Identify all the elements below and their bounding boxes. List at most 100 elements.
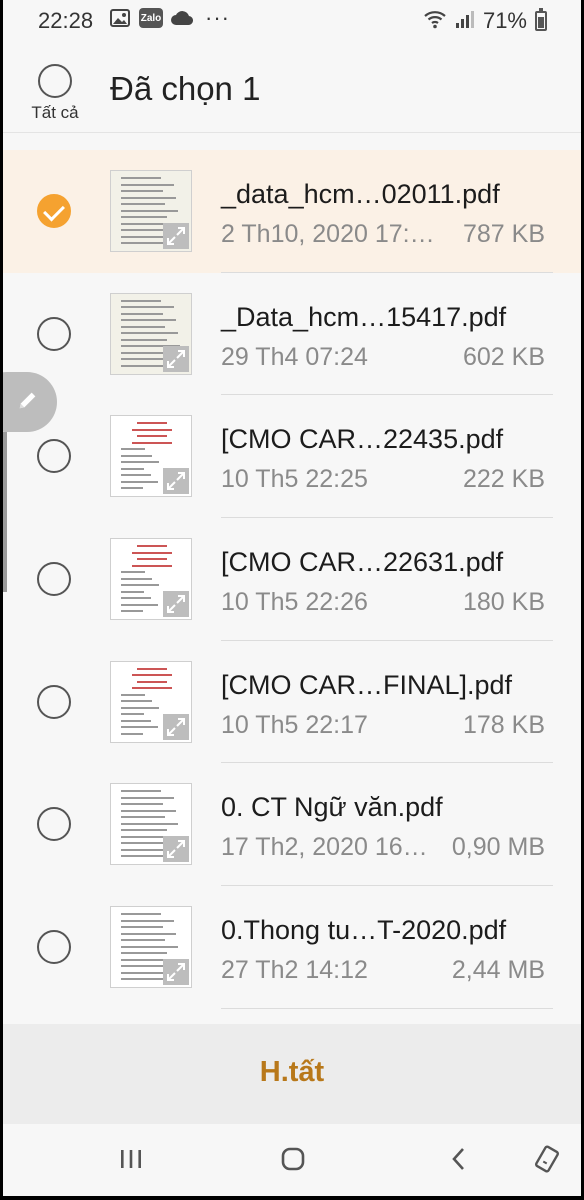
thumbnail-text-line — [121, 926, 163, 929]
file-thumbnail[interactable] — [110, 538, 192, 621]
thumbnail-text-line — [132, 428, 172, 431]
thumbnail-text-line — [121, 474, 151, 477]
thumbnail-text-line — [121, 790, 161, 793]
select-all-toggle[interactable]: Tất cả — [27, 64, 83, 123]
home-icon — [278, 1144, 308, 1179]
back-button[interactable] — [439, 1144, 479, 1178]
done-button[interactable]: H.tất — [3, 1056, 581, 1089]
rotate-icon — [532, 1144, 562, 1179]
thumbnail-text-line — [121, 932, 176, 935]
thumbnail-text-line — [132, 564, 172, 567]
pencil-icon — [17, 389, 39, 416]
expand-icon[interactable] — [163, 959, 189, 986]
file-date: 17 Th2, 2020 16… — [221, 833, 428, 862]
thumbnail-text-line — [121, 590, 144, 593]
file-size: 0,90 MB — [451, 833, 545, 862]
bottom-action-bar: H.tất — [3, 1024, 581, 1124]
file-list: _data_hcm…02011.pdf 2 Th10, 2020 17:… 78… — [3, 150, 581, 1009]
thumbnail-text-line — [132, 551, 172, 554]
cloud-icon — [171, 8, 193, 28]
thumbnail-text-line — [121, 713, 144, 716]
thumbnail-text-line — [121, 939, 165, 942]
file-thumbnail[interactable] — [110, 660, 192, 743]
file-name: 0.Thong tu…T-2020.pdf — [221, 915, 507, 946]
back-icon — [444, 1144, 474, 1179]
expand-icon[interactable] — [163, 468, 189, 495]
expand-icon[interactable] — [163, 713, 189, 740]
thumbnail-text-line — [121, 597, 151, 600]
file-thumbnail[interactable] — [110, 906, 192, 989]
file-row[interactable]: [CMO CAR…FINAL].pdf 10 Th5 22:17 178 KB — [3, 641, 581, 764]
file-size: 787 KB — [462, 220, 545, 248]
file-name: _Data_hcm…15417.pdf — [221, 301, 507, 332]
file-row[interactable]: _Data_hcm…15417.pdf 29 Th4 07:24 602 KB — [3, 273, 581, 396]
file-checkbox[interactable] — [37, 562, 71, 597]
file-row[interactable]: 0.Thong tu…T-2020.pdf 27 Th2 14:12 2,44 … — [3, 886, 581, 1009]
thumbnail-text-line — [137, 545, 167, 548]
navigation-bar — [3, 1124, 581, 1196]
file-size: 180 KB — [462, 588, 545, 617]
thumbnail-text-line — [121, 822, 178, 825]
thumbnail-text-line — [121, 726, 158, 729]
file-thumbnail[interactable] — [110, 292, 192, 375]
thumbnail-text-line — [121, 693, 145, 696]
recent-apps-button[interactable] — [111, 1144, 151, 1178]
thumbnail-text-line — [121, 183, 174, 186]
thumbnail-text-line — [121, 700, 152, 703]
select-all-checkbox[interactable] — [38, 64, 72, 98]
thumbnail-text-line — [121, 945, 178, 948]
file-row[interactable]: _data_hcm…02011.pdf 2 Th10, 2020 17:… 78… — [3, 150, 581, 273]
selection-header: Tất cả Đã chọn 1 — [3, 40, 581, 132]
file-checkbox[interactable] — [37, 439, 71, 474]
thumbnail-text-line — [121, 216, 167, 218]
thumbnail-text-line — [137, 435, 167, 438]
file-row[interactable]: 0. CT Ngữ văn.pdf 17 Th2, 2020 16… 0,90 … — [3, 763, 581, 887]
thumbnail-text-line — [121, 467, 144, 470]
home-button[interactable] — [273, 1144, 313, 1178]
file-checkbox[interactable] — [37, 194, 71, 228]
screen: 22:28 Zalo ··· 71% Tất cả Đã chọn 1 _dat… — [3, 0, 581, 1196]
select-all-label: Tất cả — [31, 103, 79, 122]
thumbnail-text-line — [121, 803, 163, 806]
thumbnail-text-line — [121, 584, 159, 587]
thumbnail-text-line — [121, 338, 167, 341]
file-thumbnail[interactable] — [110, 415, 192, 498]
expand-icon[interactable] — [163, 345, 189, 372]
thumbnail-text-line — [121, 196, 176, 199]
file-size: 2,44 MB — [451, 956, 545, 985]
thumbnail-text-line — [137, 558, 167, 561]
thumbnail-text-line — [132, 674, 172, 677]
thumbnail-text-line — [121, 319, 176, 322]
thumbnail-text-line — [121, 312, 163, 315]
expand-icon[interactable] — [163, 223, 189, 249]
thumbnail-text-line — [121, 480, 158, 483]
expand-icon[interactable] — [163, 836, 189, 863]
thumbnail-text-line — [121, 732, 143, 735]
file-checkbox[interactable] — [37, 930, 71, 965]
file-date: 27 Th2 14:12 — [221, 956, 368, 985]
thumbnail-text-line — [121, 571, 145, 574]
file-checkbox[interactable] — [37, 684, 71, 719]
thumbnail-text-line — [121, 190, 163, 192]
file-size: 222 KB — [462, 465, 545, 494]
file-thumbnail[interactable] — [110, 783, 192, 866]
thumbnail-text-line — [121, 461, 159, 464]
file-row[interactable]: [CMO CAR…22631.pdf 10 Th5 22:26 180 KB — [3, 518, 581, 641]
file-checkbox[interactable] — [37, 316, 71, 351]
file-checkbox[interactable] — [37, 807, 71, 842]
thumbnail-text-line — [121, 603, 158, 606]
thumbnail-text-line — [121, 577, 152, 580]
edge-panel-handle[interactable] — [3, 432, 7, 592]
thumbnail-text-line — [121, 816, 165, 819]
thumbnail-text-line — [121, 706, 159, 709]
more-dots-icon: ··· — [205, 5, 230, 30]
expand-icon[interactable] — [163, 591, 189, 618]
thumbnail-text-line — [121, 306, 174, 309]
thumbnail-text-line — [121, 203, 165, 205]
file-thumbnail[interactable] — [110, 170, 192, 252]
thumbnail-text-line — [121, 965, 169, 968]
row-divider — [221, 1007, 553, 1009]
rotate-button[interactable] — [527, 1144, 567, 1178]
file-row[interactable]: [CMO CAR…22435.pdf 10 Th5 22:25 222 KB — [3, 395, 581, 519]
wifi-icon — [423, 9, 447, 34]
